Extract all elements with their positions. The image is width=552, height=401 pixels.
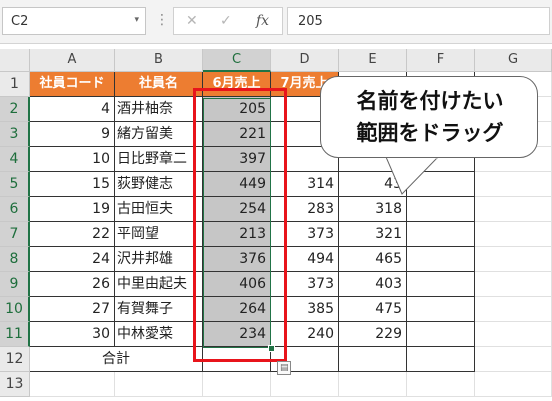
cell-f[interactable]	[407, 197, 475, 222]
drag-handle-icon[interactable]: ⋮	[155, 12, 169, 28]
formula-input[interactable]: 205	[287, 7, 550, 35]
column-header-e[interactable]: E	[339, 49, 407, 72]
cell-g12[interactable]	[475, 347, 552, 372]
callout-text: 名前を付けたい 範囲をドラッグ	[321, 77, 539, 149]
row-header-8[interactable]: 8	[0, 247, 30, 272]
row-header-9[interactable]: 9	[0, 272, 30, 297]
total-e-cell[interactable]	[339, 347, 407, 372]
cell-code[interactable]: 9	[30, 122, 115, 147]
quick-analysis-icon[interactable]: ▤	[277, 361, 291, 375]
formula-value: 205	[298, 14, 323, 29]
cell-g[interactable]	[475, 297, 552, 322]
row-header-3[interactable]: 3	[0, 122, 30, 147]
cell-code[interactable]: 30	[30, 322, 115, 347]
cell-name[interactable]: 緒方留美	[115, 122, 203, 147]
cell-code[interactable]: 22	[30, 222, 115, 247]
cell-e[interactable]: 403	[339, 272, 407, 297]
cell-e[interactable]: 229	[339, 322, 407, 347]
cell-e[interactable]: 43	[339, 172, 407, 197]
cell-e[interactable]: 475	[339, 297, 407, 322]
row-header-5[interactable]: 5	[0, 172, 30, 197]
cell-g[interactable]	[475, 272, 552, 297]
row-header-1[interactable]: 1	[0, 72, 30, 97]
cell-g[interactable]	[475, 322, 552, 347]
cell-name[interactable]: 中林愛菜	[115, 322, 203, 347]
cancel-icon[interactable]: ✕	[186, 13, 198, 29]
name-box[interactable]: C2 ▾	[2, 7, 146, 35]
cell-name[interactable]: 平岡望	[115, 222, 203, 247]
column-header-b[interactable]: B	[115, 49, 203, 72]
cell-name[interactable]: 有賀舞子	[115, 297, 203, 322]
cell-code[interactable]: 27	[30, 297, 115, 322]
cell-f[interactable]	[407, 247, 475, 272]
cell-name[interactable]: 酒井柚奈	[115, 97, 203, 122]
row-header-13[interactable]: 13	[0, 372, 30, 397]
column-header-c[interactable]: C	[203, 49, 271, 72]
row-header-7[interactable]: 7	[0, 222, 30, 247]
callout-line-1: 名前を付けたい	[356, 89, 504, 113]
column-header-f[interactable]: F	[407, 49, 475, 72]
insert-function-icon[interactable]: fx	[256, 13, 269, 29]
cell-empty[interactable]	[475, 372, 552, 397]
column-header-a[interactable]: A	[30, 49, 115, 72]
cell-g[interactable]	[475, 247, 552, 272]
cell-code[interactable]: 26	[30, 272, 115, 297]
cell-g[interactable]	[475, 197, 552, 222]
cell-f[interactable]	[407, 297, 475, 322]
cell-name[interactable]: 古田恒夫	[115, 197, 203, 222]
cell-code[interactable]: 24	[30, 247, 115, 272]
callout-line-2: 範囲をドラッグ	[356, 121, 504, 145]
cell-g[interactable]	[475, 172, 552, 197]
cell-empty[interactable]	[115, 372, 203, 397]
cell-name[interactable]: 沢井邦雄	[115, 247, 203, 272]
cell-code[interactable]: 10	[30, 147, 115, 172]
header-cell-name[interactable]: 社員名	[115, 72, 203, 97]
row-header-4[interactable]: 4	[0, 147, 30, 172]
select-all-corner[interactable]	[0, 49, 30, 72]
header-cell-code[interactable]: 社員コード	[30, 72, 115, 97]
cell-empty[interactable]	[271, 372, 339, 397]
cell-code[interactable]: 4	[30, 97, 115, 122]
cell-f[interactable]	[407, 272, 475, 297]
chevron-down-icon[interactable]: ▾	[134, 15, 139, 25]
row-header-6[interactable]: 6	[0, 197, 30, 222]
cell-code[interactable]: 15	[30, 172, 115, 197]
callout-bubble: 名前を付けたい 範囲をドラッグ	[320, 76, 538, 158]
cell-f[interactable]	[407, 172, 475, 197]
column-header-d[interactable]: D	[271, 49, 339, 72]
row-header-11[interactable]: 11	[0, 322, 30, 347]
row-header-2[interactable]: 2	[0, 97, 30, 122]
cell-e[interactable]: 465	[339, 247, 407, 272]
cell-empty[interactable]	[203, 372, 271, 397]
formula-bar: C2 ▾ ⋮ ✕ ✓ fx 205	[0, 0, 552, 44]
cell-name[interactable]: 日比野章二	[115, 147, 203, 172]
total-label-cell[interactable]: 合計	[30, 347, 203, 372]
name-box-value: C2	[11, 14, 29, 29]
cell-empty[interactable]	[407, 372, 475, 397]
cell-empty[interactable]	[30, 372, 115, 397]
total-f-cell[interactable]	[407, 347, 475, 372]
cell-code[interactable]: 19	[30, 197, 115, 222]
column-header-g[interactable]: G	[475, 49, 552, 72]
cell-e[interactable]: 318	[339, 197, 407, 222]
enter-icon[interactable]: ✓	[220, 13, 232, 29]
row-header-10[interactable]: 10	[0, 297, 30, 322]
cell-g[interactable]	[475, 222, 552, 247]
fill-handle[interactable]	[268, 345, 275, 352]
cell-f[interactable]	[407, 322, 475, 347]
formula-controls: ✕ ✓ fx	[173, 7, 283, 35]
cell-f[interactable]	[407, 222, 475, 247]
cell-name[interactable]: 荻野健志	[115, 172, 203, 197]
cell-empty[interactable]	[339, 372, 407, 397]
highlight-rectangle	[193, 88, 287, 362]
cell-e[interactable]: 321	[339, 222, 407, 247]
cell-name[interactable]: 中里由起夫	[115, 272, 203, 297]
row-header-12[interactable]: 12	[0, 347, 30, 372]
